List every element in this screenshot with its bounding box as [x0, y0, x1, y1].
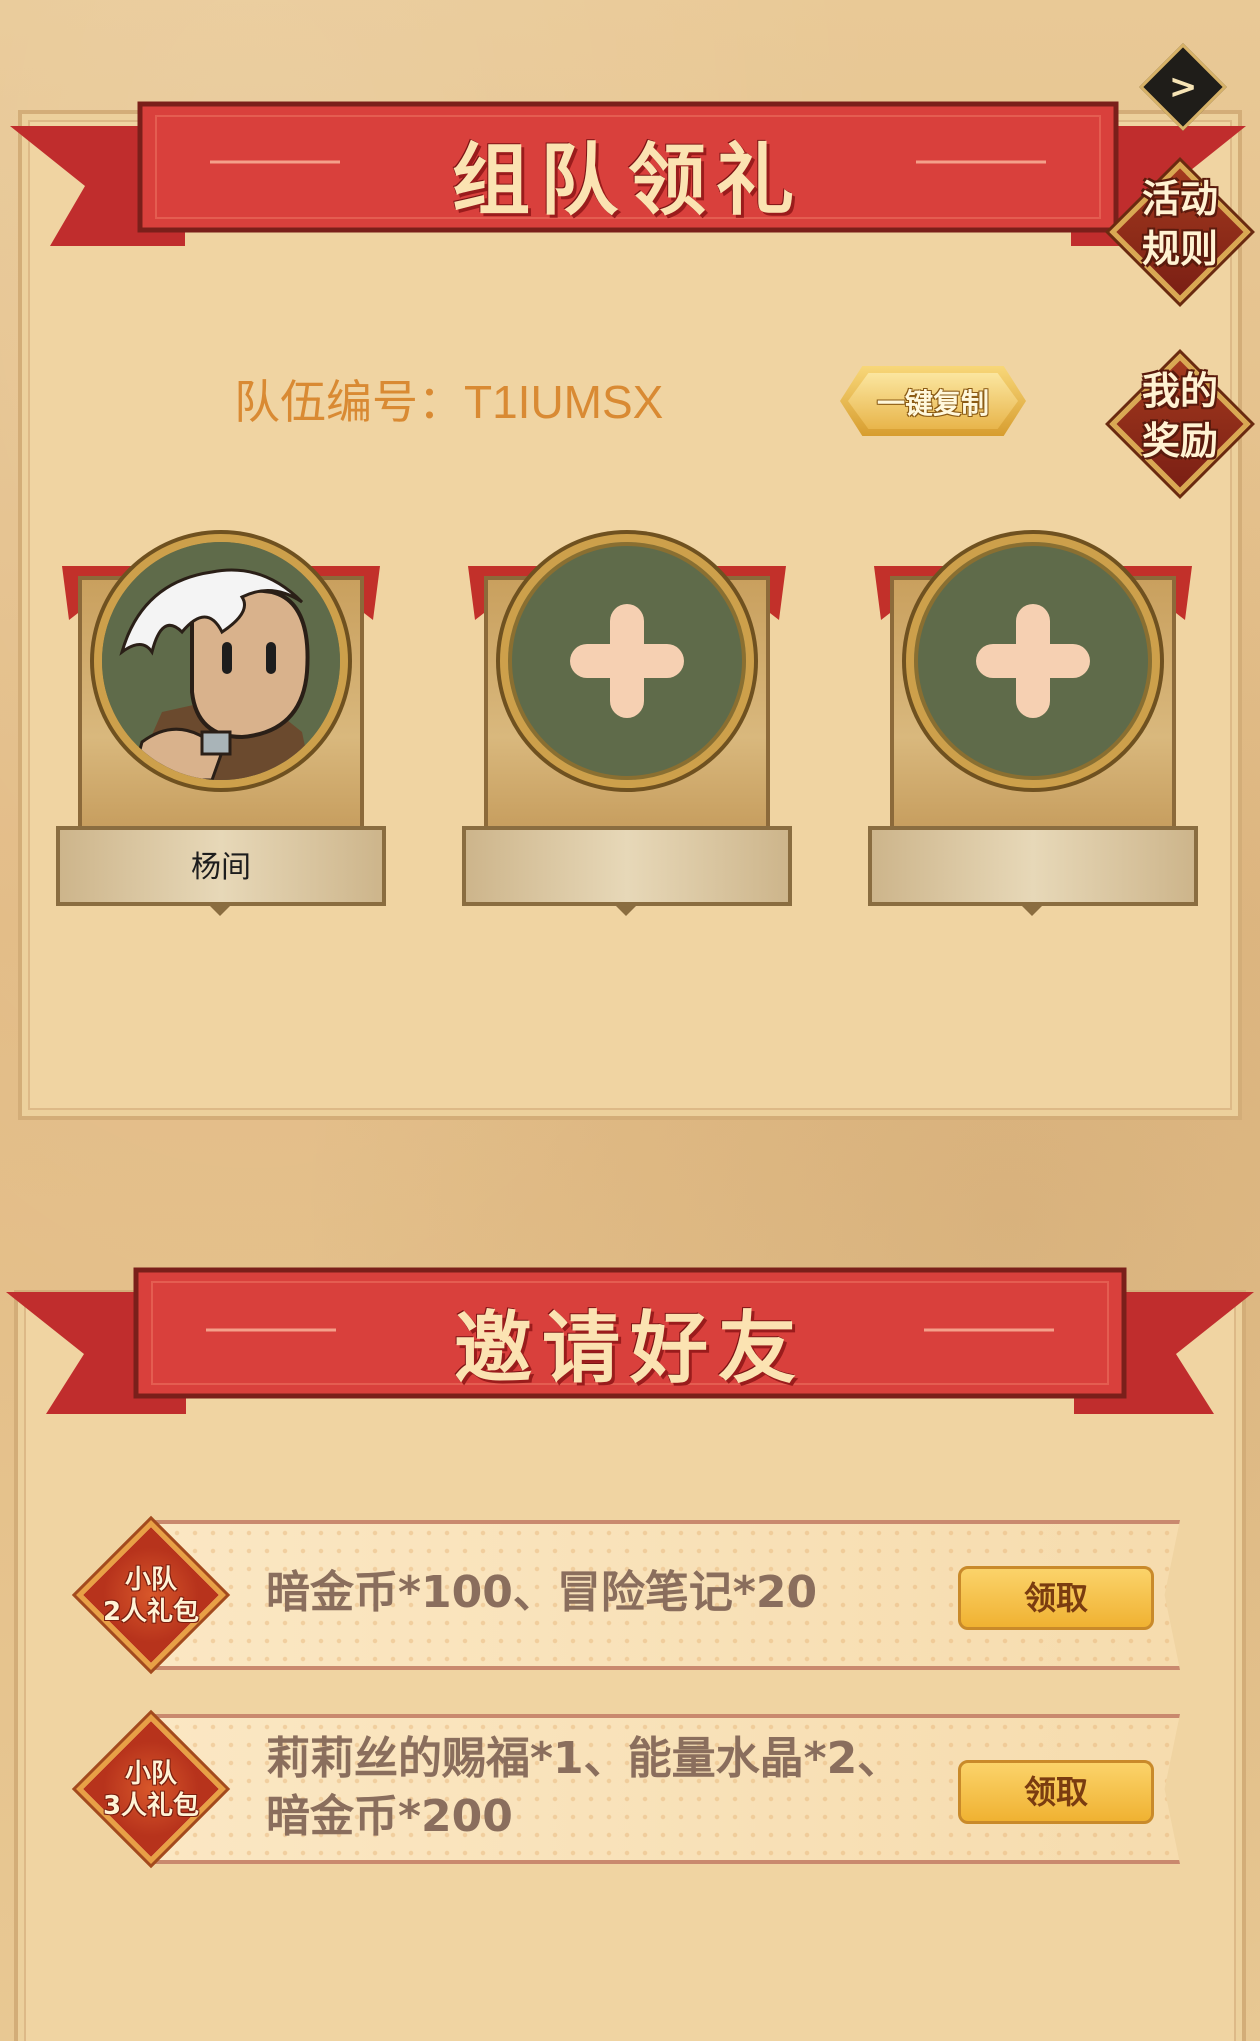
reward-description: 暗金币*100、冒险笔记*20 [266, 1567, 818, 1618]
reward-description: 莉莉丝的赐福*1、能量水晶*2、 暗金币*200 [266, 1733, 902, 1842]
reward-badge-label: 小队 2人礼包 [102, 1565, 200, 1627]
rules-button[interactable]: 活动 规则 [1100, 152, 1260, 312]
invite-title-ribbon: 邀请好友 [6, 1264, 1254, 1434]
reward-row: 小队 3人礼包 莉莉丝的赐福*1、能量水晶*2、 暗金币*200 领取 [70, 1714, 1190, 1864]
avatar [94, 534, 348, 788]
rules-label: 活动 规则 [1141, 177, 1218, 271]
team-title: 组队领礼 [451, 136, 804, 226]
my-rewards-button[interactable]: 我的 奖励 [1100, 344, 1260, 504]
member-slot-3[interactable] [868, 516, 1198, 916]
reward-badge-label: 小队 3人礼包 [102, 1759, 200, 1821]
invite-member-button[interactable] [500, 534, 754, 788]
plus-icon [976, 604, 1090, 718]
member-slot-1[interactable]: 杨间 [56, 516, 386, 916]
team-title-ribbon: 组队领礼 [10, 96, 1246, 266]
character-avatar-image [102, 542, 340, 780]
member-name: 杨间 [191, 850, 251, 885]
copy-team-id-button[interactable]: 一键复制 [840, 366, 1026, 436]
team-id-label: 队伍编号：T1IUMSX [234, 376, 664, 428]
reward-badge: 小队 3人礼包 [70, 1708, 232, 1870]
reward-row: 小队 2人礼包 暗金币*100、冒险笔记*20 领取 [70, 1520, 1190, 1670]
invite-title: 邀请好友 [453, 1304, 806, 1394]
my-rewards-label: 我的 奖励 [1141, 369, 1218, 463]
chevron-right-icon: > [1168, 67, 1198, 108]
member-slot-2[interactable] [462, 516, 792, 916]
copy-button-label: 一键复制 [876, 387, 989, 420]
invite-member-button[interactable] [906, 534, 1160, 788]
reward-badge: 小队 2人礼包 [70, 1514, 232, 1676]
plus-icon [570, 604, 684, 718]
claim-button[interactable]: 领取 [958, 1566, 1154, 1630]
claim-button[interactable]: 领取 [958, 1760, 1154, 1824]
